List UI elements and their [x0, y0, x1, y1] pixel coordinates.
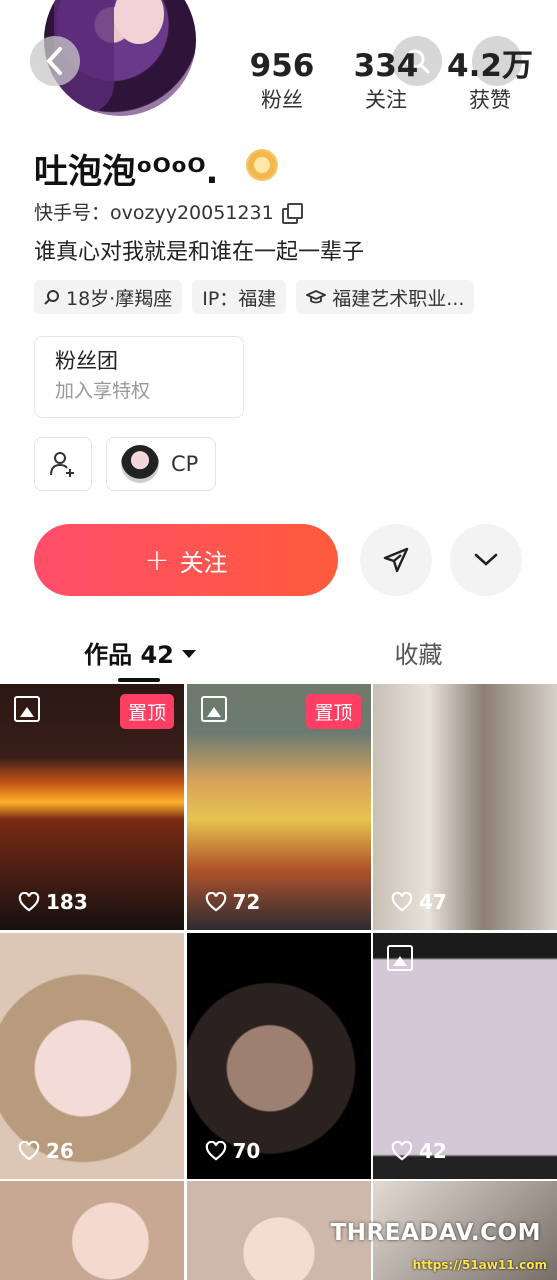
fan-club-card[interactable]: 粉丝团 加入享特权 [34, 336, 244, 418]
profile-bio: 谁真心对我就是和谁在一起一辈子 [34, 240, 365, 265]
tag-age[interactable]: 18岁·摩羯座 [34, 280, 183, 314]
image-icon [200, 696, 227, 722]
post-tile[interactable]: 47 [373, 684, 557, 930]
stat-label: 关注 [365, 88, 407, 112]
stat-likes[interactable]: 4.2万 获赞 [438, 46, 542, 114]
pinned-badge: 置顶 [119, 694, 174, 729]
stat-value: 4.2万 [447, 48, 533, 84]
tag-ip: IP：福建 [192, 280, 287, 314]
image-icon [14, 696, 40, 722]
graduation-cap-icon [306, 290, 327, 304]
post-tile[interactable]: 26 [0, 932, 184, 1179]
avatar-face [114, 0, 164, 44]
stat-fans[interactable]: 956 粉丝 [230, 46, 334, 114]
stat-value: 334 [353, 48, 419, 84]
tag-label: 18岁·摩羯座 [66, 287, 173, 310]
heart-icon [18, 1140, 40, 1161]
plus-icon: + [144, 542, 170, 578]
post-tile[interactable] [0, 1181, 184, 1280]
cp-label: CP [171, 452, 199, 476]
cp-avatar [121, 445, 159, 483]
fan-club-subtitle: 加入享特权 [55, 380, 151, 402]
post-tile[interactable]: 置顶 72 [186, 684, 371, 930]
tag-label: IP：福建 [202, 287, 277, 310]
content-tabs: 作品 42 收藏 [0, 624, 557, 682]
watermark-url: https://51aw11.com [412, 1258, 547, 1272]
posts-grid: 置顶 183 置顶 72 47 26 70 42 [0, 684, 557, 1280]
heart-icon [18, 892, 40, 912]
profile-tags: 18岁·摩羯座 IP：福建 福建艺术职业... [34, 280, 475, 314]
stat-following[interactable]: 334 关注 [334, 46, 438, 114]
stat-value: 956 [249, 48, 315, 84]
like-count: 26 [18, 1139, 74, 1163]
stat-label: 获赞 [469, 88, 511, 112]
tag-school[interactable]: 福建艺术职业... [296, 280, 475, 314]
cp-button[interactable]: CP [106, 437, 216, 491]
profile-name: 吐泡泡ᵒᴼᵒᴼ. [34, 152, 219, 192]
tab-works[interactable]: 作品 42 [0, 624, 280, 682]
like-count: 70 [205, 1139, 260, 1163]
copy-icon[interactable] [281, 202, 303, 224]
like-count: 72 [205, 890, 260, 914]
caret-down-icon [181, 649, 196, 658]
add-user-icon [50, 452, 74, 477]
search-icon [44, 290, 59, 305]
heart-icon [205, 892, 226, 912]
follow-label: 关注 [179, 548, 228, 577]
share-button[interactable] [360, 524, 432, 596]
profile-stats: 956 粉丝 334 关注 4.2万 获赞 [230, 46, 542, 114]
expand-button[interactable] [450, 524, 522, 596]
tab-label: 收藏 [394, 640, 443, 669]
post-tile[interactable]: 70 [186, 932, 371, 1179]
tag-label: 福建艺术职业... [332, 287, 465, 310]
heart-icon [205, 1140, 226, 1161]
chevron-down-icon [474, 553, 498, 566]
post-tile[interactable]: 42 [373, 932, 557, 1179]
stat-label: 粉丝 [261, 88, 303, 112]
heart-icon [391, 1140, 413, 1161]
like-count: 42 [391, 1139, 447, 1163]
follow-button[interactable]: + 关注 [34, 524, 338, 596]
heart-icon [391, 892, 413, 912]
add-friend-button[interactable] [34, 437, 92, 491]
medal-badge-icon[interactable] [246, 149, 278, 181]
tab-label: 作品 42 [84, 640, 174, 669]
like-count: 47 [391, 890, 447, 914]
chevron-left-icon [46, 47, 62, 75]
tab-favorites[interactable]: 收藏 [280, 624, 557, 680]
pinned-badge: 置顶 [306, 694, 361, 729]
post-tile[interactable]: 置顶 183 [0, 684, 184, 930]
user-id-row: 快手号：ovozyy20051231 [34, 198, 303, 225]
fan-club-title: 粉丝团 [55, 349, 118, 373]
back-button[interactable] [30, 36, 80, 86]
send-icon [383, 547, 409, 573]
like-count: 183 [18, 890, 88, 914]
user-id-label: 快手号：ovozyy20051231 [34, 202, 274, 224]
image-icon [387, 944, 413, 971]
watermark-text: THREADAV.COM [330, 1220, 541, 1246]
